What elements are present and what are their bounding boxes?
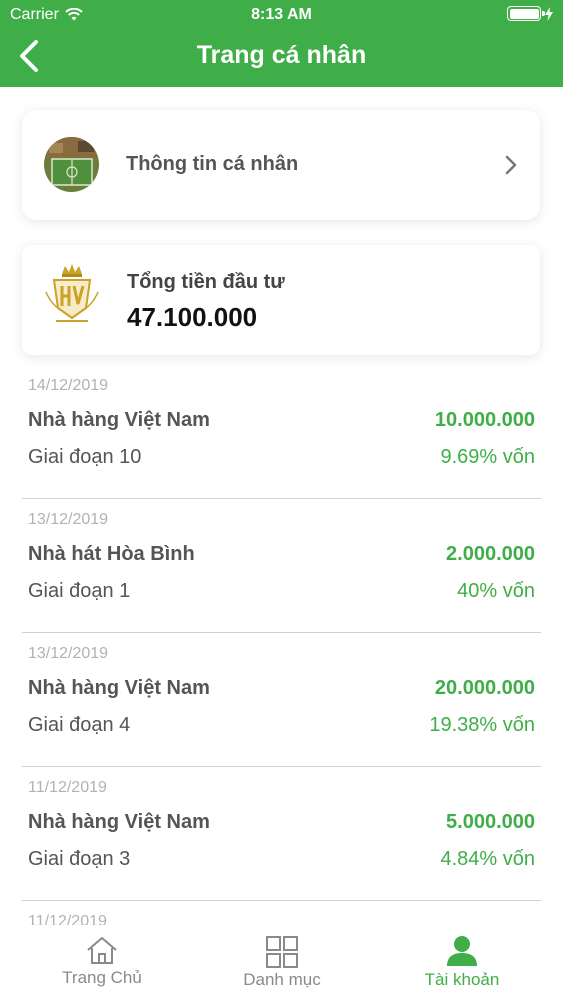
avatar: [44, 137, 99, 192]
profile-info-label: Thông tin cá nhân: [126, 153, 299, 175]
transaction-phase: Giai đoạn 4: [28, 714, 131, 736]
transaction-date: 13/12/2019: [28, 645, 109, 662]
transaction-date: 14/12/2019: [28, 377, 109, 394]
tab-bar: Trang Chủ Danh mục Tài khoản: [0, 925, 563, 1000]
investment-total-label: Tổng tiền đầu tư: [127, 271, 285, 293]
transaction-row[interactable]: 14/12/2019 Nhà hàng Việt Nam 10.000.000 …: [22, 365, 541, 499]
transaction-amount: 5.000.000: [446, 811, 535, 833]
tab-account[interactable]: Tài khoản: [368, 925, 556, 1000]
transaction-name: Nhà hàng Việt Nam: [28, 811, 210, 833]
tab-account-label: Tài khoản: [424, 970, 500, 989]
home-icon: [87, 937, 117, 964]
transaction-row[interactable]: 13/12/2019 Nhà hàng Việt Nam 20.000.000 …: [22, 633, 541, 767]
header: Carrier 8:13 AM Trang cá nhân: [0, 0, 563, 87]
grid-icon: [266, 936, 298, 968]
transaction-phase: Giai đoạn 3: [28, 848, 131, 870]
battery-icon: [507, 6, 553, 21]
transaction-phase: Giai đoạn 10: [28, 446, 142, 468]
transaction-row[interactable]: 13/12/2019 Nhà hát Hòa Bình 2.000.000 Gi…: [22, 499, 541, 633]
transaction-name: Nhà hàng Việt Nam: [28, 677, 210, 699]
transaction-phase: Giai đoạn 1: [28, 580, 131, 602]
profile-info-card[interactable]: Thông tin cá nhân: [22, 110, 540, 220]
transaction-list: 14/12/2019 Nhà hàng Việt Nam 10.000.000 …: [22, 365, 541, 1000]
chevron-right-icon: [505, 155, 517, 175]
transaction-amount: 10.000.000: [434, 409, 535, 431]
transaction-name: Nhà hàng Việt Nam: [28, 409, 210, 431]
transaction-date: 11/12/2019: [28, 779, 107, 796]
tab-categories-label: Danh mục: [243, 970, 321, 989]
tab-categories[interactable]: Danh mục: [188, 925, 376, 1000]
transaction-percent: 19.38% vốn: [429, 714, 535, 736]
transaction-amount: 20.000.000: [434, 677, 535, 699]
transaction-percent: 4.84% vốn: [440, 848, 535, 870]
transaction-date: 13/12/2019: [28, 511, 109, 528]
tab-home[interactable]: Trang Chủ: [8, 925, 196, 1000]
page-title: Trang cá nhân: [196, 41, 367, 69]
transaction-row[interactable]: 11/12/2019 Nhà hàng Việt Nam 5.000.000 G…: [22, 767, 541, 901]
transaction-percent: 40% vốn: [457, 580, 535, 602]
crown-logo-icon: [45, 264, 99, 322]
status-bar: Carrier 8:13 AM: [0, 0, 563, 30]
user-icon: [447, 936, 477, 966]
transaction-percent: 9.69% vốn: [440, 446, 535, 468]
clock: 8:13 AM: [251, 6, 312, 23]
transaction-name: Nhà hát Hòa Bình: [28, 543, 195, 565]
investment-total-value: 47.100.000: [127, 302, 258, 332]
tab-home-label: Trang Chủ: [62, 968, 142, 987]
transaction-amount: 2.000.000: [446, 543, 535, 565]
investment-total-card: Tổng tiền đầu tư 47.100.000: [22, 245, 540, 355]
